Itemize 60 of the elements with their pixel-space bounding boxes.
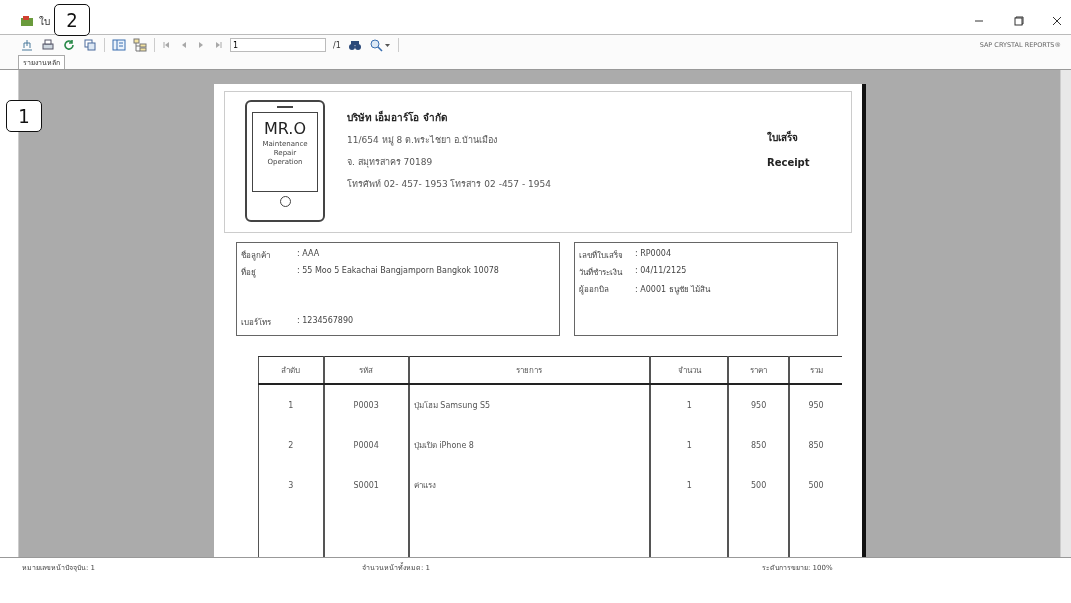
company-name: บริษัท เอ็มอาร์โอ จำกัด bbox=[347, 110, 448, 125]
zoom-dropdown-icon[interactable] bbox=[368, 38, 391, 52]
table-cell: P0004 bbox=[323, 425, 409, 465]
column-header: รหัส bbox=[323, 356, 409, 384]
document-title-english: Receipt bbox=[767, 157, 810, 168]
field-value: : RP0004 bbox=[635, 249, 671, 260]
table-cell: 850 bbox=[728, 425, 790, 465]
parameter-panel-icon[interactable] bbox=[133, 38, 147, 52]
print-icon[interactable] bbox=[41, 38, 55, 52]
table-cell: ปุ่มโฮม Samsung S5 bbox=[408, 384, 651, 425]
page-number-field[interactable]: 1 bbox=[230, 38, 326, 52]
refresh-icon[interactable] bbox=[62, 38, 76, 52]
table-cell: S0001 bbox=[323, 465, 409, 505]
maximize-button[interactable] bbox=[1012, 15, 1024, 27]
field-label: เบอร์โทร bbox=[241, 317, 272, 329]
table-cell: 1 bbox=[650, 465, 729, 505]
field-value: : 1234567890 bbox=[297, 316, 354, 327]
field-label: เลขที่ใบเสร็จ bbox=[579, 249, 624, 262]
field-value: : 55 Moo 5 Eakachai Bangjamporn Bangkok 10078 bbox=[297, 266, 499, 277]
column-header: รวม bbox=[789, 356, 842, 384]
table-cell: 950 bbox=[789, 384, 842, 425]
export-icon[interactable] bbox=[20, 38, 34, 52]
group-tree-icon[interactable] bbox=[112, 38, 126, 52]
field-value: : A0001 ธนูชัย ไม้สิน bbox=[635, 284, 711, 296]
logo-title: MR.O bbox=[264, 119, 306, 138]
copy-icon[interactable] bbox=[83, 38, 97, 52]
table-cell: 1 bbox=[650, 384, 729, 425]
table-cell: 500 bbox=[728, 465, 790, 505]
table-cell: ปุ่มเปิด iPhone 8 bbox=[408, 425, 651, 465]
table-cell: 500 bbox=[789, 465, 842, 505]
table-cell: P0003 bbox=[323, 384, 409, 425]
table-cell: ค่าแรง bbox=[408, 465, 651, 505]
callout-number: 1 bbox=[18, 104, 30, 128]
field-value: : AAA bbox=[297, 249, 320, 260]
page-total: /1 bbox=[333, 40, 341, 50]
column-header: ลำดับ bbox=[258, 356, 324, 384]
vertical-scrollbar[interactable] bbox=[1060, 70, 1071, 557]
app-icon bbox=[20, 15, 34, 27]
table-cell: 1 bbox=[650, 425, 729, 465]
table-cell: 3 bbox=[258, 465, 324, 505]
callout-number: 2 bbox=[66, 8, 78, 32]
column-header: ราคา bbox=[728, 356, 790, 384]
binoculars-icon[interactable] bbox=[347, 38, 362, 52]
column-header: จำนวน bbox=[650, 356, 729, 384]
field-label: วันที่ชำระเงิน bbox=[579, 266, 624, 279]
table-cell: 950 bbox=[728, 384, 790, 425]
document-title: ใบเสร็จ bbox=[767, 130, 799, 145]
close-button[interactable] bbox=[1051, 15, 1063, 27]
field-value: : 04/11/2125 bbox=[635, 266, 687, 277]
table-cell: 2 bbox=[258, 425, 324, 465]
field-label: ที่อยู่ bbox=[241, 266, 257, 279]
field-label: ชื่อลูกค้า bbox=[241, 249, 271, 262]
field-label: ผู้ออกบิล bbox=[579, 284, 610, 296]
column-header: รายการ bbox=[408, 356, 651, 384]
window-title: ใบ bbox=[39, 14, 50, 29]
table-cell: 850 bbox=[789, 425, 842, 465]
company-detail: 11/654 หมู่ 8 ต.พระไชยา อ.บ้านเมือง bbox=[347, 134, 498, 147]
table-cell: 1 bbox=[258, 384, 324, 425]
company-detail: โทรศัพท์ 02- 457- 1953 โทรสาร 02 -457 - 1954 bbox=[347, 178, 552, 191]
company-detail: จ. สมุทรสาคร 70189 bbox=[347, 156, 434, 169]
